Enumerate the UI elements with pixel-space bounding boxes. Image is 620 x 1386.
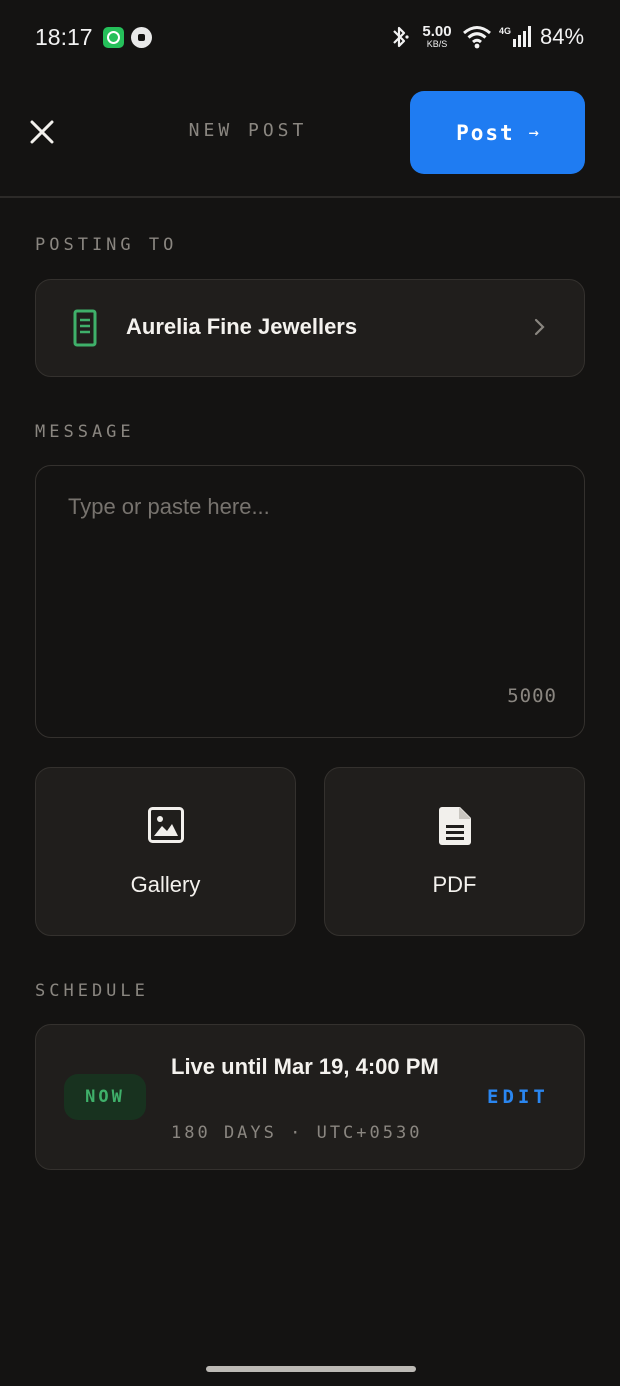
close-icon — [30, 120, 54, 144]
edit-schedule-button[interactable]: EDIT — [487, 1086, 549, 1108]
pdf-label: PDF — [432, 872, 477, 897]
whatsapp-icon — [103, 27, 124, 48]
network-speed: 5.00 KB/S — [422, 23, 452, 49]
image-icon — [147, 807, 184, 843]
schedule-title: Live until Mar 19, 4:00 PM — [171, 1054, 439, 1079]
message-box: 5000 — [35, 465, 585, 738]
home-indicator[interactable] — [206, 1366, 416, 1372]
status-badge: NOW — [64, 1074, 146, 1120]
character-counter: 5000 — [507, 685, 557, 707]
wifi-icon — [462, 24, 492, 55]
schedule-card: NOW Live until Mar 19, 4:00 PM 180 DAYS … — [35, 1024, 585, 1170]
post-button[interactable]: Post → — [410, 91, 585, 174]
file-icon — [438, 807, 471, 845]
pdf-button[interactable]: PDF — [324, 767, 585, 936]
schedule-subtitle: 180 DAYS · UTC+0530 — [171, 1123, 423, 1143]
arrow-right-icon: → — [528, 122, 539, 143]
status-bar: 18:17 5.00 KB/S 4G 84% — [0, 0, 620, 76]
football-icon — [131, 27, 152, 48]
gallery-button[interactable]: Gallery — [35, 767, 296, 936]
battery-level: 84% — [540, 24, 585, 49]
message-label: MESSAGE — [35, 422, 135, 442]
gallery-label: Gallery — [130, 872, 201, 897]
chevron-right-icon — [533, 317, 547, 342]
header-divider — [0, 196, 620, 198]
message-input[interactable] — [68, 494, 548, 674]
signal-icon: 4G — [498, 24, 538, 55]
account-name: Aurelia Fine Jewellers — [126, 314, 358, 339]
account-selector[interactable]: Aurelia Fine Jewellers — [35, 279, 585, 377]
post-button-label: Post — [456, 120, 515, 145]
posting-to-label: POSTING TO — [35, 235, 178, 255]
document-icon — [73, 309, 97, 352]
status-time: 18:17 — [35, 24, 93, 50]
svg-text:4G: 4G — [499, 26, 511, 36]
schedule-label: SCHEDULE — [35, 981, 149, 1001]
close-button[interactable] — [26, 116, 58, 148]
bluetooth-icon — [390, 24, 410, 55]
page-title: NEW POST — [188, 120, 308, 141]
